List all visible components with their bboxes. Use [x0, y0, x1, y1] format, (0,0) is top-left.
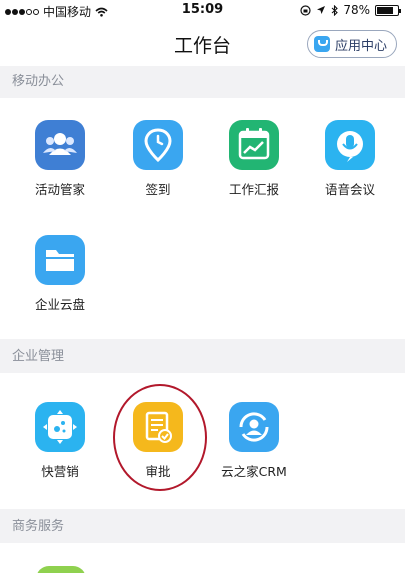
tile-label: 签到	[145, 182, 171, 197]
crm-contact-icon	[229, 402, 279, 452]
section-header-enterprise-management: 企业管理	[0, 341, 405, 373]
calendar-chart-icon	[229, 120, 279, 170]
folder-icon	[35, 235, 85, 285]
battery-icon	[375, 4, 401, 16]
marketing-icon	[35, 402, 85, 452]
battery-percent: 78%	[343, 3, 370, 17]
app-icon-partial[interactable]	[36, 566, 86, 573]
highlight-circle-annotation	[113, 384, 207, 491]
section-header-business-services: 商务服务	[0, 511, 405, 543]
app-center-label: 应用中心	[334, 38, 387, 54]
bluetooth-icon	[331, 4, 339, 16]
location-arrow-icon	[317, 6, 326, 14]
tile-label: 工作汇报	[228, 182, 279, 197]
location-pin-icon	[133, 120, 183, 170]
shopping-bag-icon	[313, 36, 330, 52]
tile-work-report[interactable]: 工作汇报	[204, 120, 304, 198]
status-bar: 中国移动 15:09 78%	[0, 0, 405, 20]
battery-fill	[377, 6, 393, 14]
section-mobile-office: 活动管家 签到 工作汇报 语音会议 企业云盘	[0, 98, 405, 339]
tile-crm[interactable]: 云之家CRM	[204, 402, 304, 480]
tile-cloud-disk[interactable]: 企业云盘	[10, 235, 110, 313]
tile-sign-in[interactable]: 签到	[108, 120, 208, 198]
tile-label: 云之家CRM	[221, 464, 287, 479]
app-center-button[interactable]: 应用中心	[306, 30, 397, 58]
tile-activity-manager[interactable]: 活动管家	[10, 120, 110, 198]
tile-label: 活动管家	[34, 182, 85, 197]
tile-label: 快营销	[41, 464, 79, 479]
people-group-icon	[35, 120, 85, 170]
section-header-mobile-office: 移动办公	[0, 66, 405, 98]
tile-label: 企业云盘	[34, 297, 85, 312]
tile-quick-marketing[interactable]: 快营销	[10, 402, 110, 480]
nav-bar: 工作台 应用中心	[0, 20, 405, 66]
rotation-lock-icon	[300, 4, 311, 16]
tile-label: 语音会议	[324, 182, 375, 197]
status-right: 78%	[300, 3, 401, 17]
microphone-icon	[325, 120, 375, 170]
tile-voice-meeting[interactable]: 语音会议	[300, 120, 400, 198]
